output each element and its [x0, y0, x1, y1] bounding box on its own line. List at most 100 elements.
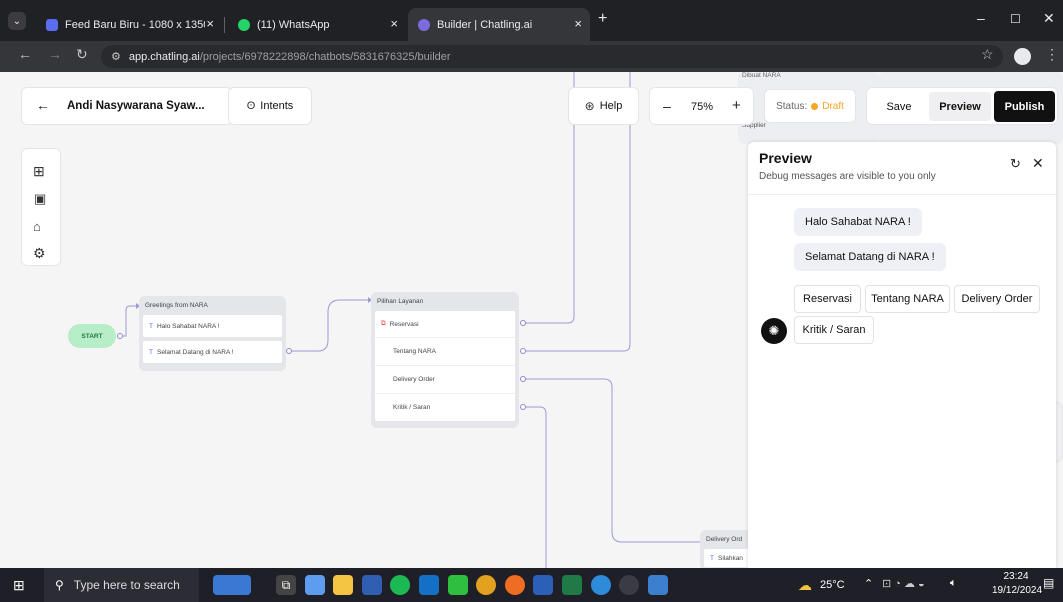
chatling-icon: [418, 18, 430, 31]
profile-avatar[interactable]: [1014, 48, 1031, 65]
side-toolbar: ⊞ ▣ ⌂ ⚙: [21, 148, 61, 266]
node-handle[interactable]: [520, 404, 526, 410]
node-handle[interactable]: [520, 376, 526, 382]
node-item[interactable]: Tentang NARA: [375, 338, 515, 366]
quick-reply-button[interactable]: Tentang NARA: [865, 285, 950, 313]
windows-start-icon[interactable]: ⊞: [13, 577, 25, 594]
zoom-out-icon[interactable]: –: [663, 98, 671, 114]
status-badge[interactable]: Status: Draft: [764, 89, 856, 123]
close-tab-icon[interactable]: ×: [206, 16, 214, 31]
excel-icon[interactable]: [562, 575, 582, 595]
node-item[interactable]: T Selamat Datang di NARA !: [143, 341, 282, 363]
node-handle[interactable]: [520, 320, 526, 326]
new-tab-button[interactable]: +: [598, 10, 607, 28]
copilot-icon[interactable]: [305, 575, 325, 595]
clock-date[interactable]: 19/12/2024: [992, 585, 1042, 596]
zoom-level: 75%: [691, 101, 714, 113]
pilihan-layanan-node[interactable]: Pilihan Layanan ⧉ Reservasi Tentang NARA …: [371, 292, 519, 428]
back-icon[interactable]: ←: [18, 46, 32, 62]
close-tab-icon[interactable]: ×: [390, 16, 398, 31]
node-handle[interactable]: [286, 348, 292, 354]
close-window-icon[interactable]: ✕: [1043, 10, 1055, 27]
url-domain: app.chatling.ai: [128, 50, 200, 63]
maximize-icon[interactable]: ☐: [1010, 12, 1021, 26]
store-icon[interactable]: [362, 575, 382, 595]
code-file-icon[interactable]: ▣: [34, 191, 46, 207]
zoom-control: – 75% +: [649, 87, 754, 125]
start-handle[interactable]: [117, 333, 123, 339]
tray-chevron-icon[interactable]: ⌃: [864, 577, 873, 590]
layout-icon[interactable]: ⊞: [33, 163, 45, 180]
greetings-node[interactable]: Greetings from NARA T Halo Sahabat NARA !…: [139, 296, 286, 371]
bot-icon[interactable]: ⌂: [33, 219, 41, 234]
bookmark-star-icon[interactable]: ☆: [981, 46, 994, 63]
word-icon[interactable]: [533, 575, 553, 595]
intents-button[interactable]: ʘ Intents: [228, 87, 312, 125]
tab-title: Feed Baru Biru - 1080 x 1350 p…: [65, 18, 205, 31]
url-field[interactable]: ⚙ app.chatling.ai/projects/6978222898/ch…: [101, 45, 1003, 68]
firefox-icon[interactable]: [505, 575, 525, 595]
node-title: Greetings from NARA: [145, 302, 208, 309]
node-handle[interactable]: [520, 348, 526, 354]
forward-icon[interactable]: →: [48, 46, 62, 62]
refresh-icon[interactable]: ↻: [1010, 156, 1021, 172]
save-button[interactable]: Save: [871, 92, 927, 121]
widgets-icon[interactable]: [213, 575, 251, 595]
settings-icon[interactable]: ⚙: [33, 245, 46, 262]
tab-builder[interactable]: Builder | Chatling.ai ×: [408, 8, 590, 41]
node-item[interactable]: Delivery Order: [375, 366, 515, 394]
volume-icon[interactable]: 🔈︎: [950, 577, 957, 590]
publish-button[interactable]: Publish: [994, 91, 1055, 122]
edge-icon[interactable]: [591, 575, 611, 595]
bot-name: Andi Nasywarana Syaw...: [67, 100, 205, 112]
node-item-label: Selamat Datang di NARA !: [156, 348, 234, 356]
file-explorer-icon[interactable]: [333, 575, 353, 595]
tab-whatsapp[interactable]: (11) WhatsApp ×: [228, 8, 406, 41]
clock-time[interactable]: 23:24: [992, 571, 1040, 582]
minimize-icon[interactable]: –: [977, 10, 985, 26]
node-item-label: Delivery Order: [393, 376, 435, 383]
line-icon[interactable]: [448, 575, 468, 595]
node-item-reservasi[interactable]: ⧉ Reservasi: [375, 311, 515, 338]
screen: ⌄ Feed Baru Biru - 1080 x 1350 p… × (11)…: [0, 0, 1063, 602]
menu-dots-icon[interactable]: ⋮: [1045, 46, 1059, 63]
quick-reply-button[interactable]: Reservasi: [794, 285, 861, 313]
search-icon: ⚲: [55, 578, 64, 592]
tab-feed[interactable]: Feed Baru Biru - 1080 x 1350 p… ×: [36, 8, 222, 41]
preview-button[interactable]: Preview: [929, 92, 991, 121]
weather-temp: 25°C: [820, 579, 845, 591]
tray-apps-icon[interactable]: ⊡ ◔ ☁ ◒: [882, 577, 925, 590]
chrome-icon[interactable]: [476, 575, 496, 595]
node-item[interactable]: Kritik / Saran: [375, 394, 515, 421]
text-icon: T: [149, 322, 153, 330]
tab-search-button[interactable]: ⌄: [8, 12, 26, 30]
node-item[interactable]: T Halo Sahabat NARA !: [143, 315, 282, 337]
tab-title: Builder | Chatling.ai: [437, 18, 533, 31]
node-body: ⧉ Reservasi Tentang NARA Delivery Order K…: [375, 311, 515, 421]
zoom-in-icon[interactable]: +: [732, 97, 741, 114]
outlook-icon[interactable]: [419, 575, 439, 595]
quick-reply-button[interactable]: Delivery Order: [954, 285, 1040, 313]
start-node[interactable]: START: [68, 324, 116, 348]
help-button[interactable]: ⊛ Help: [568, 87, 639, 125]
back-arrow-icon[interactable]: ←: [36, 97, 50, 113]
node-item-label: Reservasi: [389, 320, 419, 328]
close-icon[interactable]: ✕: [1032, 155, 1044, 172]
close-tab-icon[interactable]: ×: [574, 16, 582, 31]
node-item-label: Silahkan: [717, 554, 743, 562]
chrome-active-icon[interactable]: [619, 575, 639, 595]
help-icon: ⊛: [584, 99, 595, 113]
quick-reply-button[interactable]: Kritik / Saran: [794, 316, 874, 344]
spotify-icon[interactable]: [390, 575, 410, 595]
heart-icon: [46, 18, 58, 31]
photos-icon[interactable]: [648, 575, 668, 595]
taskbar-search[interactable]: ⚲ Type here to search: [44, 568, 199, 602]
task-view-icon[interactable]: ⧉: [276, 575, 296, 595]
bot-avatar-icon: ✺: [761, 318, 787, 344]
help-label: Help: [599, 100, 623, 112]
intents-icon: ʘ: [246, 100, 256, 112]
notification-icon[interactable]: ▤: [1043, 576, 1054, 590]
node-item-label: Kritik / Saran: [393, 404, 431, 411]
reload-icon[interactable]: ↻: [76, 46, 88, 63]
site-settings-icon[interactable]: ⚙: [111, 50, 121, 63]
